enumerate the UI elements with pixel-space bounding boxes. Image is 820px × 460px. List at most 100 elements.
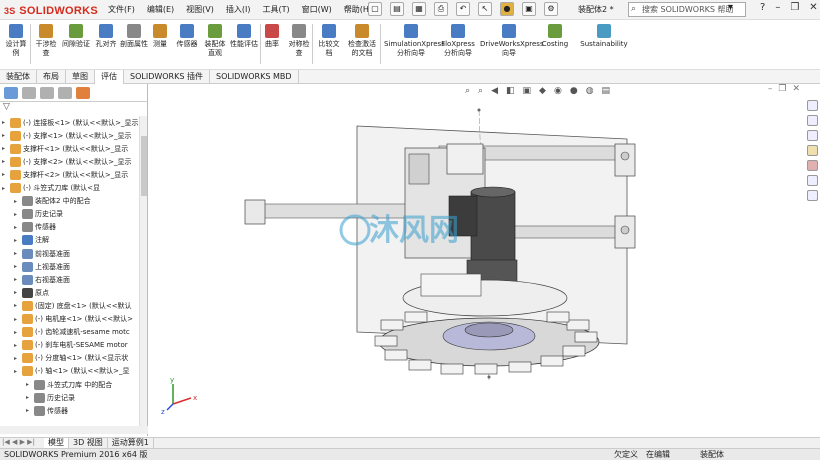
ribbon-button[interactable]: Costing <box>540 24 570 49</box>
ribbon-button[interactable]: 传感器 <box>174 24 200 49</box>
design-library-icon[interactable] <box>806 115 818 126</box>
tree-item[interactable]: ▸ 历史记录 <box>14 208 63 221</box>
options-icon[interactable]: ⚙ <box>544 2 558 16</box>
expand-arrow-icon[interactable]: ▸ <box>2 119 10 126</box>
undo-icon[interactable]: ↶ <box>456 2 470 16</box>
tree-item[interactable]: ▸ 前视基准面 <box>14 247 70 260</box>
expand-arrow-icon[interactable]: ▸ <box>14 276 22 283</box>
ribbon-button[interactable]: 对称检查 <box>286 24 312 58</box>
command-tab[interactable]: 布局 <box>37 70 66 84</box>
menu-item[interactable]: 文件(F) <box>108 4 135 15</box>
expand-arrow-icon[interactable]: ▸ <box>14 355 22 362</box>
file-explorer-icon[interactable] <box>806 130 818 141</box>
expand-arrow-icon[interactable]: ▸ <box>14 368 22 375</box>
expand-arrow-icon[interactable]: ▸ <box>14 211 22 218</box>
ribbon-button[interactable]: 设计算例 <box>4 24 28 58</box>
expand-arrow-icon[interactable]: ▸ <box>14 289 22 296</box>
property-manager-icon[interactable] <box>22 87 36 99</box>
tree-item[interactable]: ▸ 斗笠式刀库 中的配合 <box>26 378 112 391</box>
tree-item[interactable]: ▸ 右视基准面 <box>14 273 70 286</box>
ribbon-button[interactable]: Sustainability <box>580 24 628 49</box>
ribbon-button[interactable]: 装配体直观 <box>202 24 228 58</box>
expand-arrow-icon[interactable]: ▸ <box>14 342 22 349</box>
ribbon-button[interactable]: 干涉检查 <box>34 24 58 58</box>
feature-tree-icon[interactable] <box>4 87 18 99</box>
expand-arrow-icon[interactable]: ▸ <box>14 250 22 257</box>
display-manager-icon[interactable] <box>76 87 90 99</box>
tree-horizontal-scrollbar[interactable] <box>0 426 148 434</box>
print-icon[interactable]: ⎙ <box>434 2 448 16</box>
tree-item[interactable]: ▸ 上视基准面 <box>14 260 70 273</box>
minimize-icon[interactable]: – <box>775 2 780 13</box>
solidworks-forum-icon[interactable] <box>806 190 818 201</box>
tree-scrollbar[interactable] <box>139 116 147 426</box>
command-tab[interactable]: SOLIDWORKS 插件 <box>124 70 210 84</box>
expand-arrow-icon[interactable]: ▸ <box>14 329 22 336</box>
ribbon-button[interactable]: FloXpress 分析向导 <box>440 24 476 58</box>
ribbon-button[interactable]: 曲率 <box>262 24 282 49</box>
ribbon-button[interactable]: SimulationXpress 分析向导 <box>384 24 445 58</box>
tree-item[interactable]: ▸ (固定) 底盘<1> (默认<<默认 <box>14 299 132 312</box>
save-icon[interactable]: ▦ <box>412 2 426 16</box>
expand-arrow-icon[interactable]: ▸ <box>2 171 10 178</box>
ribbon-button[interactable]: 孔对齐 <box>94 24 118 49</box>
tree-item[interactable]: ▸ 原点 <box>14 286 49 299</box>
ribbon-button[interactable]: 性能评估 <box>230 24 258 49</box>
search-dropdown-icon[interactable]: ▾ <box>728 2 733 13</box>
configuration-icon[interactable] <box>40 87 54 99</box>
assembly-model[interactable]: 沐风网 y x z <box>149 84 804 436</box>
custom-properties-icon[interactable] <box>806 175 818 186</box>
command-tab[interactable]: 装配体 <box>0 70 37 84</box>
menu-item[interactable]: 视图(V) <box>186 4 214 15</box>
tree-item[interactable]: ▸ (-) 电机座<1> (默认<<默认> <box>14 313 133 326</box>
menu-item[interactable]: 窗口(W) <box>302 4 332 15</box>
expand-arrow-icon[interactable]: ▸ <box>2 145 10 152</box>
restore-icon[interactable]: ❐ <box>790 2 799 13</box>
ribbon-button[interactable]: 间隙验证 <box>62 24 90 49</box>
ribbon-button[interactable]: 剖面属性 <box>120 24 148 49</box>
new-document-icon[interactable]: ▢ <box>368 2 382 16</box>
tree-item[interactable]: ▸ (-) 连接板<1> (默认<<默认>_显示 <box>2 116 138 129</box>
tree-item[interactable]: ▸ (-) 支撑<1> (默认<<默认>_显示 <box>2 129 131 142</box>
select-icon[interactable]: ↖ <box>478 2 492 16</box>
model-tab[interactable]: 模型 <box>44 438 69 448</box>
appearances-icon[interactable] <box>806 160 818 171</box>
tree-item[interactable]: ▸ 历史记录 <box>26 391 75 404</box>
expand-arrow-icon[interactable]: ▸ <box>2 185 10 192</box>
resources-icon[interactable] <box>806 100 818 111</box>
command-tab[interactable]: SOLIDWORKS MBD <box>210 70 299 84</box>
expand-arrow-icon[interactable]: ▸ <box>14 316 22 323</box>
command-tab[interactable]: 草图 <box>66 70 95 84</box>
expand-arrow-icon[interactable]: ▸ <box>14 224 22 231</box>
tree-item[interactable]: ▸ 装配体2 中的配合 <box>14 195 91 208</box>
open-icon[interactable]: ▤ <box>390 2 404 16</box>
view-palette-icon[interactable] <box>806 145 818 156</box>
scrollbar-thumb[interactable] <box>141 136 147 196</box>
tree-item[interactable]: ▸ (-) 刹车电机-SESAME motor <box>14 339 128 352</box>
tab-scroll-arrows[interactable]: |◀ ◀ ▶ ▶| <box>0 438 44 448</box>
menu-item[interactable]: 编辑(E) <box>147 4 174 15</box>
dimxpert-icon[interactable] <box>58 87 72 99</box>
command-tab[interactable]: 评估 <box>95 70 124 84</box>
expand-arrow-icon[interactable]: ▸ <box>14 302 22 309</box>
tree-item[interactable]: ▸ (-) 齿轮减速机-sesame motc <box>14 326 130 339</box>
expand-arrow-icon[interactable]: ▸ <box>14 263 22 270</box>
ribbon-button[interactable]: DriveWorksXpress 向导 <box>480 24 544 58</box>
tree-item[interactable]: ▸ 传感器 <box>26 404 68 417</box>
pin-icon[interactable]: ✈ <box>344 4 352 15</box>
ribbon-button[interactable]: 检查激活的文档 <box>346 24 378 58</box>
expand-arrow-icon[interactable]: ▸ <box>26 407 34 414</box>
tree-item[interactable]: ▸ (-) 斗笠式刀库 (默认<显 <box>2 182 100 195</box>
file-properties-icon[interactable]: ▣ <box>522 2 536 16</box>
expand-arrow-icon[interactable]: ▸ <box>2 132 10 139</box>
expand-arrow-icon[interactable]: ▸ <box>14 237 22 244</box>
expand-arrow-icon[interactable]: ▸ <box>2 158 10 165</box>
rebuild-icon[interactable]: ● <box>500 2 514 16</box>
tree-item[interactable]: ▸ (-) 轴<1> (默认<<默认>_显 <box>14 365 129 378</box>
help-icon[interactable]: ? <box>760 2 765 13</box>
expand-arrow-icon[interactable]: ▸ <box>26 394 34 401</box>
tree-item[interactable]: ▸ (-) 分度轴<1> (默认<显示状 <box>14 352 128 365</box>
solidworks-logo[interactable]: 3S SOLIDWORKS <box>4 3 98 17</box>
close-icon[interactable]: ✕ <box>809 2 817 13</box>
menu-item[interactable]: 工具(T) <box>262 4 289 15</box>
